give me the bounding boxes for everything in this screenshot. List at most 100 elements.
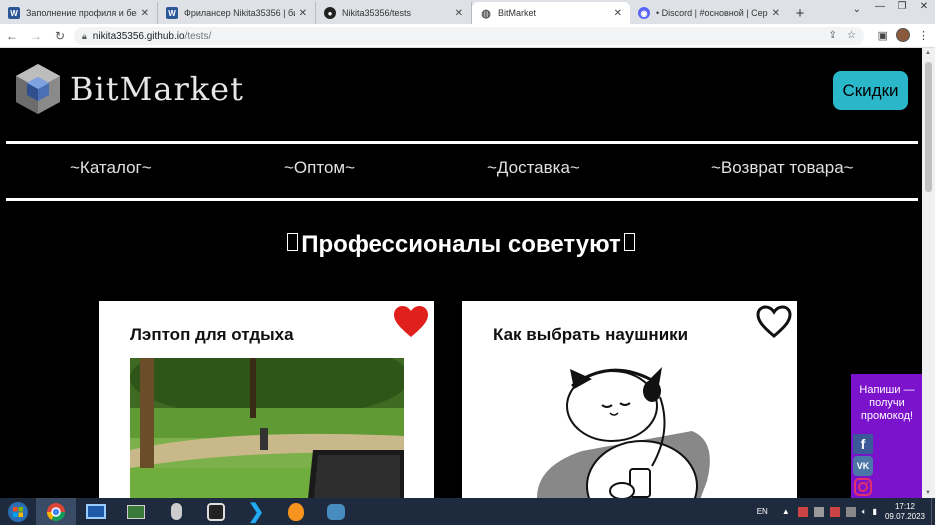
taskbar-vscode[interactable]: ❯ xyxy=(236,498,276,525)
tab-3[interactable]: ◍ BitMarket ✕ xyxy=(472,2,630,24)
tab-label: Заполнение профиля и беспл xyxy=(26,8,137,18)
section-heading: Профессионалы советуют xyxy=(0,231,922,259)
taskbar-terminal-app[interactable] xyxy=(116,498,156,525)
page-scrollbar[interactable]: ▲ ▼ xyxy=(922,48,935,498)
close-icon[interactable]: ✕ xyxy=(614,8,622,19)
share-icon[interactable]: ⇪ xyxy=(829,27,837,45)
promo-line: Напиши — xyxy=(859,384,915,396)
lock-icon: 🔒︎ xyxy=(82,30,87,41)
windows-logo-icon xyxy=(8,501,28,522)
globe-icon: ◍ xyxy=(481,7,491,20)
scrollbar-thumb[interactable] xyxy=(925,62,932,192)
forward-icon[interactable]: → xyxy=(24,29,48,43)
minimize-icon[interactable]: — xyxy=(869,0,891,16)
clock-date: 09.07.2023 xyxy=(884,511,925,521)
godot-icon xyxy=(327,503,345,520)
address-bar: ← → ↻ 🔒︎ nikita35356.github.io/tests/ ⇪ … xyxy=(0,24,935,48)
divider-bottom xyxy=(6,198,918,201)
laptop-in-park-image xyxy=(130,358,404,498)
card-title: Лэптоп для отдыха xyxy=(130,325,294,344)
back-icon[interactable]: ← xyxy=(0,29,24,43)
chrome-icon xyxy=(47,502,65,521)
word-icon: W xyxy=(8,7,20,19)
tab-4[interactable]: ◉ • Discord | #основной | Серве ✕ xyxy=(630,2,788,24)
instagram-icon[interactable] xyxy=(853,477,873,497)
clock-time: 17:12 xyxy=(894,501,915,511)
word-icon: W xyxy=(166,7,178,19)
facebook-icon[interactable]: f xyxy=(853,434,873,454)
heading-text: Профессионалы советуют xyxy=(301,231,621,258)
url-host: nikita35356.github.io xyxy=(92,30,185,42)
taskbar-clock[interactable]: 17:12 09.07.2023 xyxy=(885,502,925,522)
monitor-icon xyxy=(86,504,106,519)
mouse-icon xyxy=(170,503,182,520)
tray-icon-4[interactable] xyxy=(845,506,856,517)
tab-2[interactable]: ● Nikita35356/tests ✕ xyxy=(316,2,472,24)
taskbar-mouse-app[interactable] xyxy=(156,498,196,525)
reload-icon[interactable]: ↻ xyxy=(48,29,72,43)
language-indicator[interactable]: EN xyxy=(757,507,768,516)
tab-label: • Discord | #основной | Серве xyxy=(656,8,768,18)
page-content: BitMarket Скидки ~Каталог~ ~Оптом~ ~Дост… xyxy=(0,48,922,498)
article-card-headphones[interactable]: Как выбрать наушники xyxy=(462,301,797,498)
cat-with-headphones-image xyxy=(502,361,762,498)
show-desktop-button[interactable] xyxy=(931,498,935,525)
tray-up-arrow-icon[interactable]: ▲ xyxy=(782,507,790,516)
tab-0[interactable]: W Заполнение профиля и беспл ✕ xyxy=(0,2,158,24)
url-field[interactable]: 🔒︎ nikita35356.github.io/tests/ ⇪ ☆ xyxy=(74,27,864,45)
vscode-icon: ❯ xyxy=(247,501,265,523)
taskbar-chrome[interactable] xyxy=(36,498,76,525)
logo-text: BitMarket xyxy=(70,70,244,108)
tab-label: Фрилансер Nikita35356 | бир xyxy=(184,8,295,18)
close-icon[interactable]: ✕ xyxy=(455,8,463,19)
site-logo[interactable]: BitMarket xyxy=(14,62,244,116)
bookmark-star-icon[interactable]: ☆ xyxy=(847,27,856,45)
sidebar-icon[interactable]: ▣ xyxy=(878,29,888,42)
fruit-icon xyxy=(288,502,304,521)
close-icon[interactable]: ✕ xyxy=(772,8,780,19)
tray-icon-1[interactable] xyxy=(797,506,808,517)
scroll-up-icon[interactable]: ▲ xyxy=(925,50,931,56)
window-controls: — ❐ ✕ xyxy=(869,0,935,16)
missing-glyph-icon xyxy=(623,233,635,251)
url-path: /tests/ xyxy=(184,30,212,42)
tab-label: BitMarket xyxy=(498,8,537,18)
heart-outline-icon[interactable] xyxy=(756,305,792,339)
tray-icon-3[interactable] xyxy=(829,506,840,517)
menu-kebab-icon[interactable]: ⋮ xyxy=(918,29,929,42)
taskbar-app-dots[interactable] xyxy=(196,498,236,525)
menu-item-delivery[interactable]: ~Доставка~ xyxy=(487,158,580,178)
article-card-laptop[interactable]: Лэптоп для отдыха xyxy=(99,301,434,498)
tab-search-icon[interactable]: ⌄ xyxy=(853,4,861,15)
network-icon[interactable]: ▮ xyxy=(873,507,877,516)
windows-taskbar: ❯ EN ▲ 🔈︎ ▮ 17:12 09.07.2023 xyxy=(0,498,935,525)
promo-line: промокод! xyxy=(860,410,914,422)
menu-item-catalog[interactable]: ~Каталог~ xyxy=(70,158,152,178)
promo-widget[interactable]: Напиши — получи промокод! f VK xyxy=(851,374,922,498)
tray-icon-2[interactable] xyxy=(813,506,824,517)
vk-icon[interactable]: VK xyxy=(853,456,873,476)
card-title: Как выбрать наушники xyxy=(493,325,689,344)
menu-item-wholesale[interactable]: ~Оптом~ xyxy=(284,158,355,178)
missing-glyph-icon xyxy=(287,233,299,251)
close-window-icon[interactable]: ✕ xyxy=(913,0,935,16)
profile-avatar[interactable] xyxy=(896,28,910,42)
taskbar-monitor-app[interactable] xyxy=(76,498,116,525)
system-tray: EN ▲ 🔈︎ ▮ 17:12 09.07.2023 xyxy=(757,498,935,525)
github-icon: ● xyxy=(324,7,336,19)
discounts-button[interactable]: Скидки xyxy=(833,71,908,110)
new-tab-button[interactable]: + xyxy=(788,2,812,24)
menu-item-returns[interactable]: ~Возврат товара~ xyxy=(711,158,854,178)
taskbar-godot[interactable] xyxy=(316,498,356,525)
scroll-down-icon[interactable]: ▼ xyxy=(925,490,931,496)
volume-icon[interactable]: 🔈︎ xyxy=(862,507,867,517)
start-button[interactable] xyxy=(0,498,36,525)
heart-filled-icon[interactable] xyxy=(393,305,429,339)
taskbar-fl-studio[interactable] xyxy=(276,498,316,525)
maximize-icon[interactable]: ❐ xyxy=(891,0,913,16)
close-icon[interactable]: ✕ xyxy=(299,8,307,19)
tab-label: Nikita35356/tests xyxy=(342,8,412,18)
terminal-icon xyxy=(127,504,145,519)
tab-1[interactable]: W Фрилансер Nikita35356 | бир ✕ xyxy=(158,2,316,24)
close-icon[interactable]: ✕ xyxy=(141,8,149,19)
